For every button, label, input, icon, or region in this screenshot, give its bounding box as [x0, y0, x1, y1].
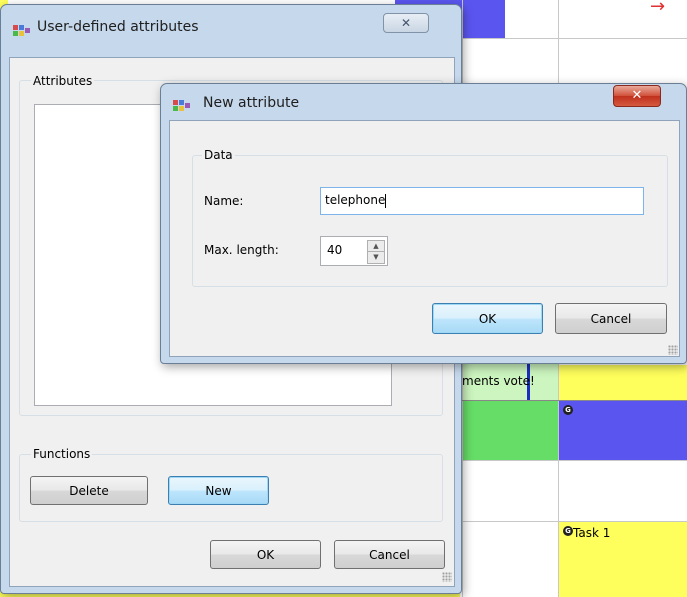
attributes-group-label: Attributes	[31, 74, 95, 88]
close-icon[interactable]: ✕	[383, 13, 429, 33]
arrow-icon: →	[650, 0, 666, 17]
cancel-button[interactable]: Cancel	[334, 540, 445, 569]
task-marker-icon: G	[563, 526, 573, 536]
max-length-value: 40	[327, 243, 343, 257]
functions-group-label: Functions	[31, 447, 93, 461]
max-length-label: Max. length:	[204, 243, 279, 257]
new-button[interactable]: New	[168, 476, 269, 505]
max-length-stepper[interactable]: 40 ▲ ▼	[320, 236, 388, 266]
calendar-cell	[558, 400, 687, 460]
close-icon[interactable]: ✕	[613, 85, 661, 107]
delete-button[interactable]: Delete	[30, 476, 148, 505]
app-icon	[13, 25, 30, 36]
calendar-cell	[558, 365, 687, 400]
text-cursor	[385, 193, 387, 208]
new-attribute-dialog: New attribute ✕ Data Name: telephone Max…	[160, 83, 687, 364]
calendar-cell	[462, 400, 558, 460]
name-label: Name:	[204, 194, 244, 208]
spin-down-icon[interactable]: ▼	[367, 251, 385, 264]
ok-button[interactable]: OK	[432, 303, 543, 334]
app-icon	[173, 100, 190, 111]
name-input[interactable]: telephone	[320, 187, 644, 215]
data-group-label: Data	[202, 148, 235, 162]
name-input-value: telephone	[325, 193, 386, 207]
task-marker-icon: G	[563, 405, 573, 415]
dialog-client-area: Data Name: telephone Max. length: 40 ▲ ▼…	[169, 120, 680, 357]
dialog-title: New attribute	[203, 95, 300, 111]
cancel-button[interactable]: Cancel	[555, 303, 667, 334]
ok-button[interactable]: OK	[210, 540, 321, 569]
calendar-entry-text[interactable]: Task 1	[573, 526, 610, 540]
resize-grip[interactable]	[442, 572, 452, 582]
calendar-entry-text[interactable]: ments vote!	[462, 374, 535, 388]
resize-grip[interactable]	[668, 345, 678, 355]
dialog-title: User-defined attributes	[37, 19, 199, 35]
data-groupbox	[192, 155, 668, 287]
